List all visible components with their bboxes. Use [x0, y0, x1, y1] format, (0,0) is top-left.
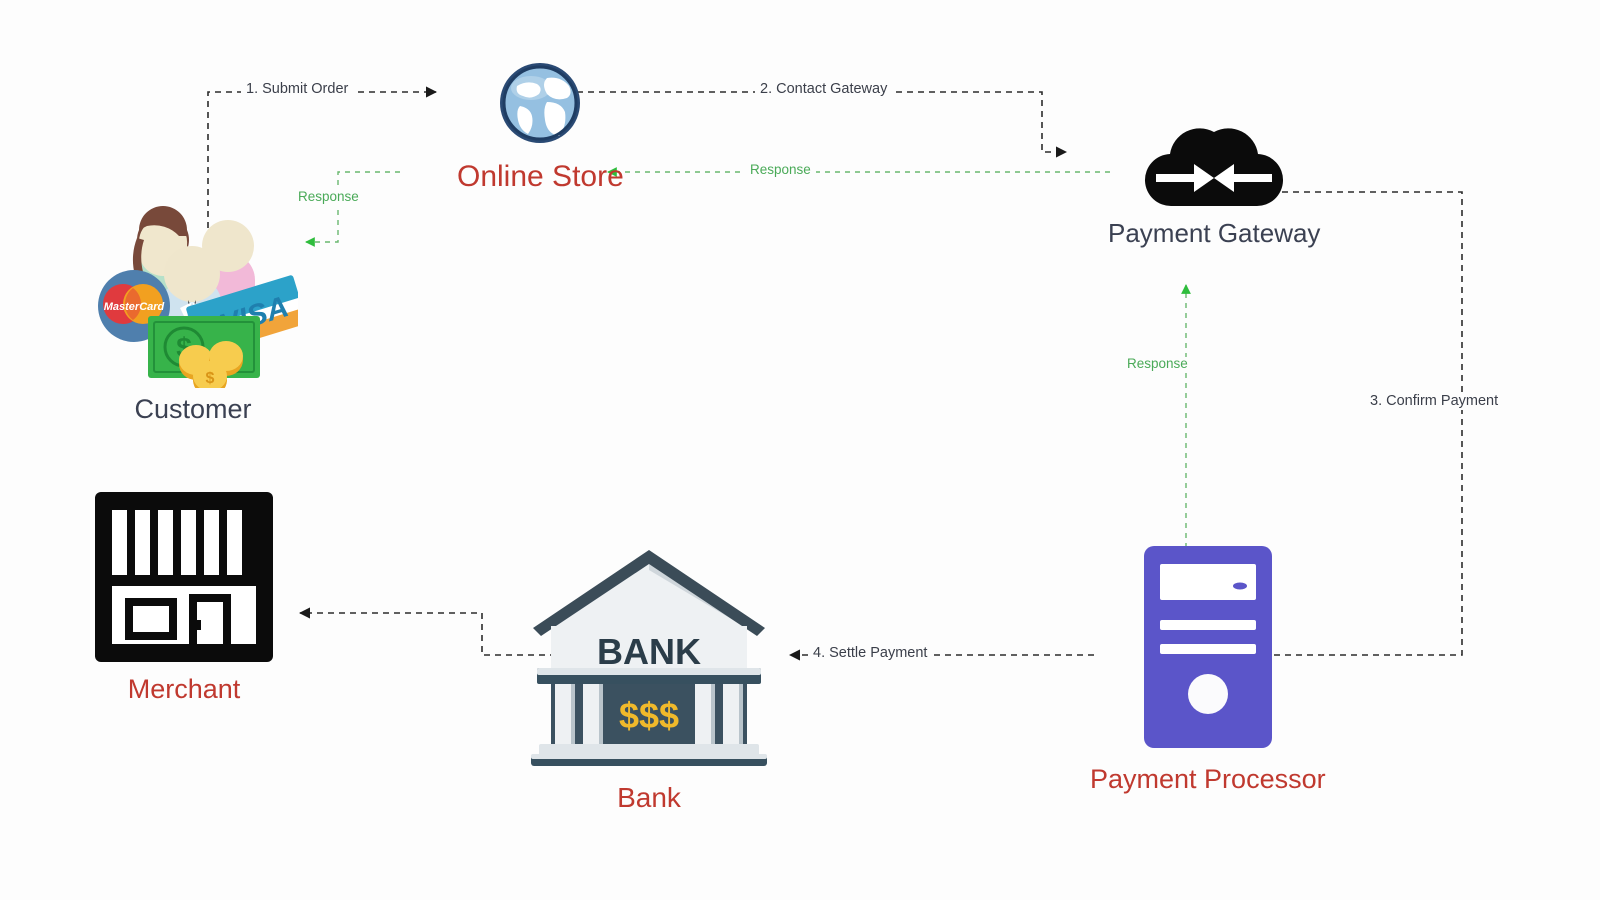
svg-text:MasterCard: MasterCard: [104, 301, 165, 313]
globe-icon: [497, 60, 583, 146]
node-customer[interactable]: VISA MasterCard $: [88, 188, 307, 425]
edge-label-submit-order: 1. Submit Order: [241, 81, 354, 98]
storefront-icon: [95, 492, 273, 662]
payment-flow-diagram: 1. Submit Order 2. Contact Gateway 3. Co…: [0, 0, 1600, 900]
node-payment-gateway[interactable]: Payment Gateway: [1108, 122, 1320, 249]
node-online-store[interactable]: Online Store: [457, 60, 624, 194]
bank-money-text: $$$: [619, 695, 679, 736]
edge-contact-gateway: [566, 91, 1068, 158]
node-payment-processor[interactable]: Payment Processor: [1090, 546, 1326, 795]
bank-sign-text: BANK: [597, 631, 701, 672]
edge-layer: [207, 86, 1463, 661]
computer-tower-icon: [1143, 546, 1272, 748]
edge-label-response-gateway-store: Response: [745, 162, 816, 178]
node-bank[interactable]: BANK $$$ Bank: [521, 548, 777, 814]
node-label-online-store: Online Store: [457, 160, 624, 193]
svg-text:$: $: [206, 370, 215, 387]
edge-bank-to-merchant: [298, 607, 556, 656]
cloud-exchange-icon: [1138, 122, 1290, 208]
edge-label-response-processor-gateway: Response: [1122, 356, 1193, 372]
edge-label-settle-payment: 4. Settle Payment: [808, 645, 933, 662]
node-label-bank: Bank: [617, 782, 681, 813]
node-label-merchant: Merchant: [127, 674, 241, 704]
edge-label-confirm-payment: 3. Confirm Payment: [1365, 393, 1504, 410]
node-merchant[interactable]: Merchant: [95, 492, 273, 705]
node-label-payment-processor: Payment Processor: [1090, 764, 1326, 794]
customer-group-payment-icon: VISA MasterCard $: [88, 188, 307, 396]
edge-response-store-customer: [305, 171, 400, 247]
edge-label-contact-gateway: 2. Contact Gateway: [755, 81, 893, 98]
edge-label-response-store-customer: Response: [293, 189, 364, 205]
node-label-payment-gateway: Payment Gateway: [1108, 218, 1321, 248]
node-label-customer: Customer: [134, 394, 252, 424]
bank-building-icon: BANK $$$: [521, 548, 777, 770]
